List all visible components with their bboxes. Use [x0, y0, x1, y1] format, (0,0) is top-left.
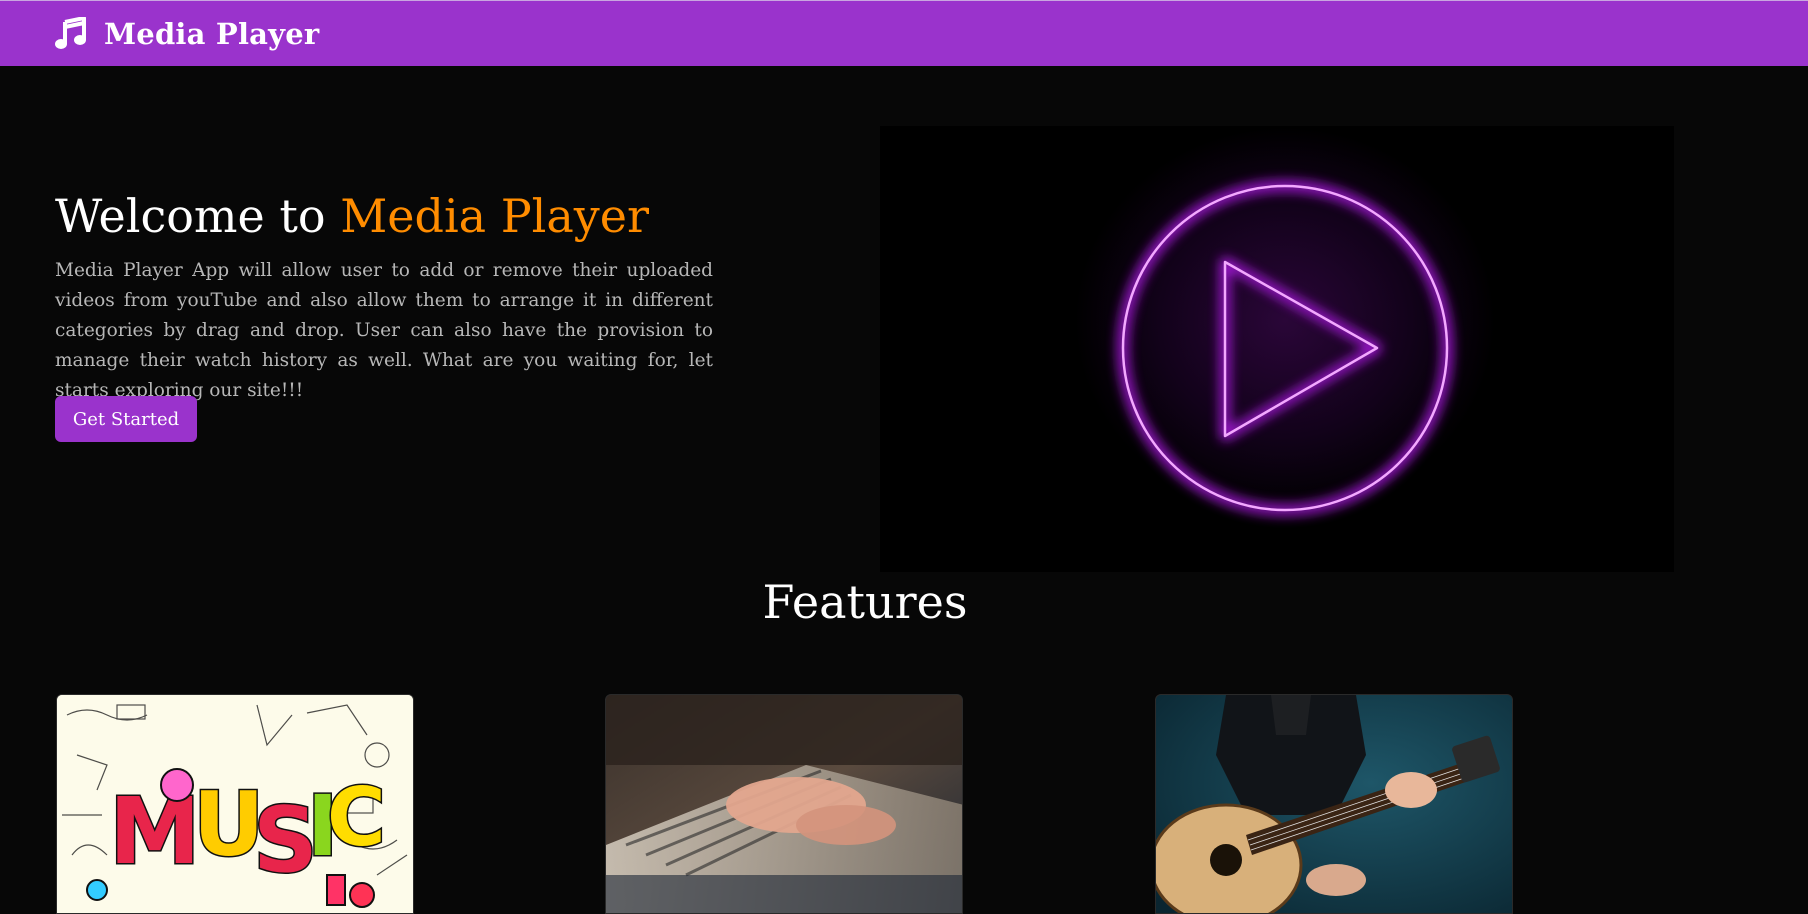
hero-title: Welcome to Media Player [55, 188, 713, 244]
feature-card-guitar[interactable] [1155, 694, 1513, 914]
hero-title-accent: Media Player [340, 189, 650, 243]
feature-card-music[interactable]: M U S I C [56, 694, 414, 914]
hero-title-prefix: Welcome to [55, 189, 341, 243]
neon-play-icon [880, 126, 1674, 572]
hero-description: Media Player App will allow user to add … [55, 260, 713, 401]
navbar: Media Player [0, 0, 1808, 66]
hero-media [880, 126, 1674, 572]
features-title: Features [762, 575, 968, 629]
feature-card-piano[interactable] [605, 694, 963, 914]
get-started-button[interactable]: Get Started [55, 396, 197, 442]
music-doodle-c: C [327, 771, 386, 864]
piano-hands-image [606, 695, 962, 913]
music-doodle-image: M U S I C [57, 695, 413, 913]
music-note-icon[interactable] [54, 16, 88, 51]
hero-section: Welcome to Media Player Media Player App… [55, 188, 713, 406]
acoustic-guitar-image [1156, 695, 1512, 913]
brand-title[interactable]: Media Player [104, 17, 319, 51]
